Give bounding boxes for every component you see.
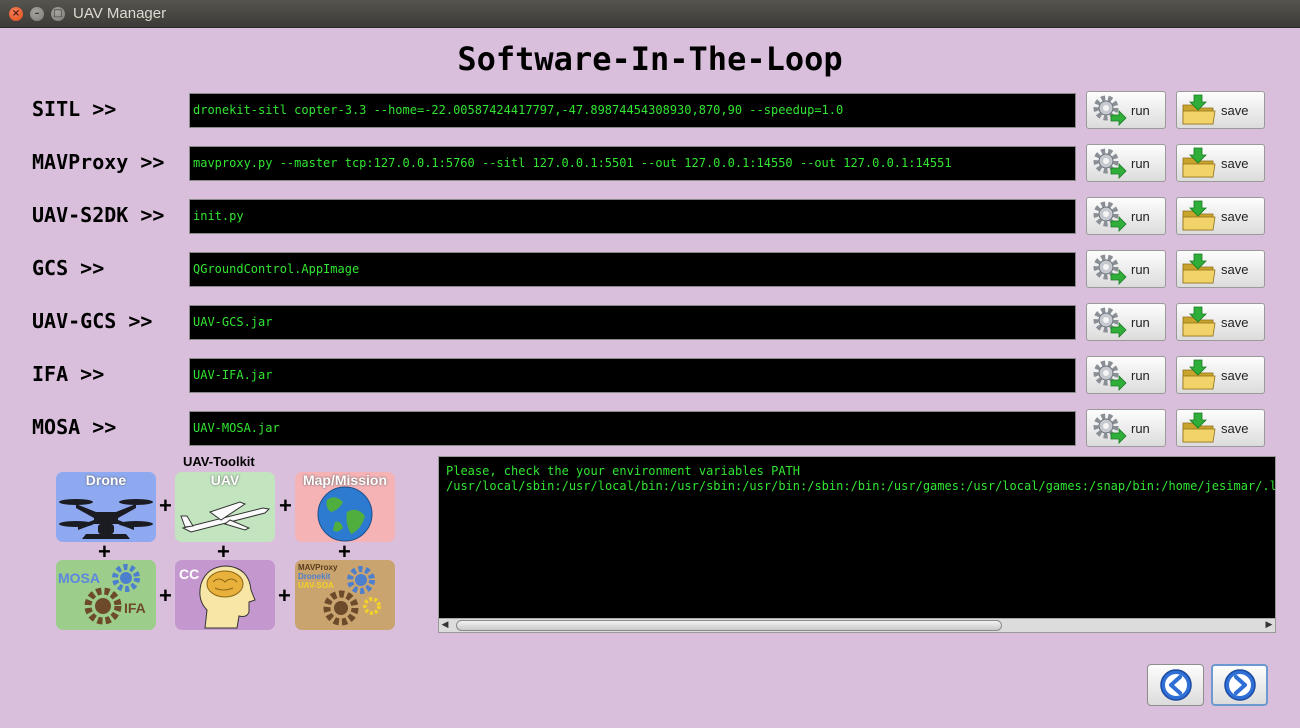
- console-text: Please, check the your environment varia…: [446, 464, 1276, 494]
- row-label-ifa: IFA >>: [32, 362, 105, 386]
- gear-run-icon: [1093, 413, 1127, 444]
- window-title: UAV Manager: [73, 5, 167, 22]
- plus-sign: +: [159, 583, 172, 608]
- window-titlebar: × – □ UAV Manager: [0, 0, 1300, 28]
- folder-download-icon: [1182, 412, 1216, 443]
- mosa-ifa-tile: MOSA IFA: [56, 560, 156, 630]
- plus-sign: +: [217, 539, 230, 564]
- gear-run-icon: [1093, 148, 1127, 179]
- dronekit-label: Dronekit: [298, 572, 331, 581]
- save-button-label: save: [1221, 155, 1249, 171]
- gear-run-icon: [1093, 95, 1127, 126]
- save-button-label: save: [1221, 102, 1249, 118]
- row-label-uav-s2dk: UAV-S2DK >>: [32, 203, 165, 227]
- plus-sign: +: [338, 539, 351, 564]
- scrollbar-thumb[interactable]: [456, 620, 1002, 631]
- map-mission-tile: Map/Mission: [295, 472, 395, 542]
- run-button-sitl[interactable]: run: [1086, 91, 1166, 129]
- console-output[interactable]: Please, check the your environment varia…: [438, 456, 1276, 633]
- folder-download-icon: [1182, 306, 1216, 337]
- uav-tile-label: UAV: [210, 472, 240, 488]
- window-maximize-button[interactable]: □: [51, 7, 65, 21]
- folder-download-icon: [1182, 200, 1216, 231]
- plus-sign: +: [279, 493, 292, 518]
- run-button-ifa[interactable]: run: [1086, 356, 1166, 394]
- uav-tile: UAV: [175, 472, 275, 542]
- save-button-label: save: [1221, 261, 1249, 277]
- mosa-label: MOSA: [58, 570, 100, 586]
- save-button-mavproxy[interactable]: save: [1176, 144, 1265, 182]
- run-button-label: run: [1131, 155, 1150, 171]
- run-button-label: run: [1131, 367, 1150, 383]
- window-minimize-button[interactable]: –: [30, 7, 44, 21]
- uav-soa-label: UAV-SOA: [298, 581, 334, 590]
- run-button-uav-s2dk[interactable]: run: [1086, 197, 1166, 235]
- ifa-label: IFA: [124, 600, 146, 616]
- gear-run-icon: [1093, 307, 1127, 338]
- gear-run-icon: [1093, 201, 1127, 232]
- page-title: Software-In-The-Loop: [457, 40, 843, 78]
- command-field-gcs[interactable]: QGroundControl.AppImage: [189, 252, 1076, 287]
- plus-sign: +: [278, 583, 291, 608]
- plus-sign: +: [159, 493, 172, 518]
- plus-sign: +: [98, 539, 111, 564]
- gear-run-icon: [1093, 360, 1127, 391]
- drone-tile-label: Drone: [85, 472, 127, 488]
- scroll-right-icon[interactable]: ▶: [1263, 619, 1275, 632]
- row-label-sitl: SITL >>: [32, 97, 117, 121]
- command-field-mavproxy[interactable]: mavproxy.py --master tcp:127.0.0.1:5760 …: [189, 146, 1076, 181]
- gear-run-icon: [1093, 254, 1127, 285]
- back-button[interactable]: [1147, 664, 1204, 706]
- save-button-gcs[interactable]: save: [1176, 250, 1265, 288]
- cc-tile: CC: [175, 560, 275, 630]
- folder-download-icon: [1182, 147, 1216, 178]
- command-field-sitl[interactable]: dronekit-sitl copter-3.3 --home=-22.0058…: [189, 93, 1076, 128]
- cc-label: CC: [179, 566, 200, 582]
- arrow-right-icon: [1223, 669, 1256, 701]
- folder-download-icon: [1182, 94, 1216, 125]
- save-button-label: save: [1221, 420, 1249, 436]
- save-button-label: save: [1221, 314, 1249, 330]
- row-label-mosa: MOSA >>: [32, 415, 117, 439]
- scroll-left-icon[interactable]: ◀: [439, 619, 451, 632]
- folder-download-icon: [1182, 253, 1216, 284]
- run-button-mosa[interactable]: run: [1086, 409, 1166, 447]
- command-field-uav-gcs[interactable]: UAV-GCS.jar: [189, 305, 1076, 340]
- console-line: Please, check the your environment varia…: [446, 464, 801, 478]
- run-button-label: run: [1131, 208, 1150, 224]
- save-button-sitl[interactable]: save: [1176, 91, 1265, 129]
- run-button-label: run: [1131, 420, 1150, 436]
- command-field-uav-s2dk[interactable]: init.py: [189, 199, 1076, 234]
- save-button-uav-s2dk[interactable]: save: [1176, 197, 1265, 235]
- run-button-mavproxy[interactable]: run: [1086, 144, 1166, 182]
- map-mission-tile-label: Map/Mission: [302, 472, 387, 488]
- run-button-label: run: [1131, 261, 1150, 277]
- command-field-ifa[interactable]: UAV-IFA.jar: [189, 358, 1076, 393]
- toolkit-title: UAV-Toolkit: [183, 454, 255, 469]
- save-button-mosa[interactable]: save: [1176, 409, 1265, 447]
- run-button-label: run: [1131, 102, 1150, 118]
- run-button-uav-gcs[interactable]: run: [1086, 303, 1166, 341]
- mavproxy-label: MAVProxy: [298, 563, 338, 572]
- row-label-gcs: GCS >>: [32, 256, 105, 280]
- save-button-label: save: [1221, 367, 1249, 383]
- next-button[interactable]: [1211, 664, 1268, 706]
- folder-download-icon: [1182, 359, 1216, 390]
- save-button-uav-gcs[interactable]: save: [1176, 303, 1265, 341]
- console-line: /usr/local/sbin:/usr/local/bin:/usr/sbin…: [446, 479, 1276, 493]
- arrow-left-icon: [1159, 669, 1192, 701]
- save-button-ifa[interactable]: save: [1176, 356, 1265, 394]
- horizontal-scrollbar[interactable]: ◀ ▶: [439, 618, 1275, 632]
- run-button-label: run: [1131, 314, 1150, 330]
- command-field-mosa[interactable]: UAV-MOSA.jar: [189, 411, 1076, 446]
- save-button-label: save: [1221, 208, 1249, 224]
- mavproxy-tile: MAVProxy Dronekit UAV-SOA: [295, 560, 395, 630]
- window-close-button[interactable]: ×: [9, 7, 23, 21]
- run-button-gcs[interactable]: run: [1086, 250, 1166, 288]
- row-label-mavproxy: MAVProxy >>: [32, 150, 165, 174]
- row-label-uav-gcs: UAV-GCS >>: [32, 309, 153, 333]
- drone-tile: Drone: [56, 472, 156, 542]
